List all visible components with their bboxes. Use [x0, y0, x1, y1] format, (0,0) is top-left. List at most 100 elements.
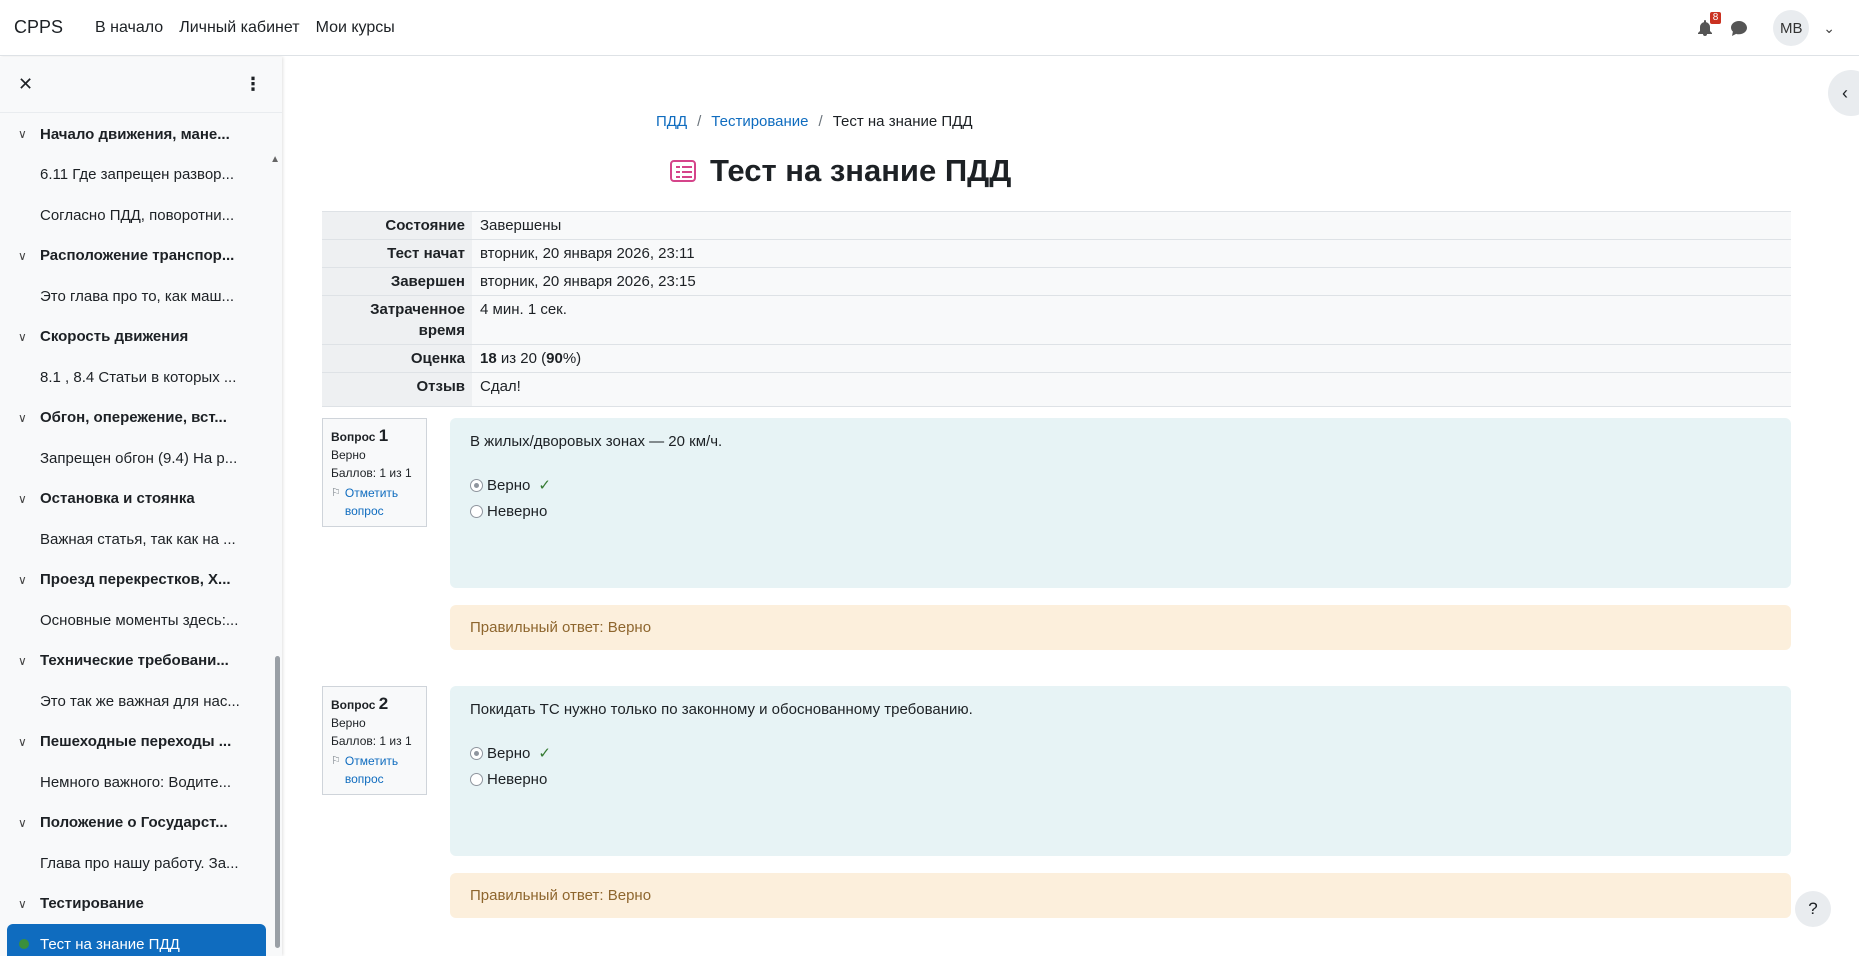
breadcrumb-separator: /: [818, 113, 823, 130]
question-text: В жилых/дворовых зонах — 20 км/ч.: [470, 433, 723, 450]
breadcrumb-separator: /: [697, 113, 702, 130]
course-activity-item[interactable]: Немного важного: Водите...: [0, 762, 272, 803]
close-icon[interactable]: ✕: [18, 74, 33, 95]
answer-option-true[interactable]: Верно ✓: [470, 740, 1771, 766]
course-index-label: Это так же важная для нас...: [40, 692, 240, 710]
radio-unchecked[interactable]: [470, 504, 483, 518]
nav-link-my-courses[interactable]: Мои курсы: [316, 19, 395, 37]
chevron-down-icon[interactable]: ∨: [18, 249, 40, 263]
course-index-label: Пешеходные переходы ...: [40, 733, 232, 751]
check-icon: ✓: [538, 477, 551, 494]
course-activity-item[interactable]: 6.11 Где запрещен развор...: [0, 155, 272, 196]
nav-link-home[interactable]: В начало: [95, 19, 163, 37]
scrollbar-thumb[interactable]: [275, 656, 280, 948]
breadcrumb-item-section[interactable]: Тестирование: [711, 113, 808, 130]
course-activity-item[interactable]: Основные моменты здесь:...: [0, 600, 272, 641]
chevron-left-icon: ‹: [1842, 82, 1848, 103]
page-header: Тест на знание ПДД: [670, 153, 1011, 189]
course-activity-item[interactable]: Глава про нашу работу. За...: [0, 843, 272, 884]
summary-value: Завершены: [472, 212, 1791, 239]
course-activity-item[interactable]: Важная статья, так как на ...: [0, 519, 272, 560]
course-activity-item[interactable]: Это так же важная для нас...: [0, 681, 272, 722]
question-content-1: В жилых/дворовых зонах — 20 км/ч. Верно …: [450, 418, 1791, 588]
chevron-down-icon[interactable]: ⌄: [1823, 20, 1835, 37]
kebab-icon[interactable]: ⋮: [244, 74, 262, 95]
summary-label: Завершен: [322, 268, 472, 295]
course-index-label: Проезд перекрестков, Х...: [40, 571, 231, 589]
chevron-down-icon[interactable]: ∨: [18, 654, 40, 668]
navbar-user-area: 8 MB ⌄: [1695, 0, 1835, 56]
course-index-label: Остановка и стоянка: [40, 490, 195, 508]
grade-out-of: из 20: [500, 350, 537, 367]
breadcrumb-item-course[interactable]: ПДД: [656, 113, 687, 130]
course-section-item[interactable]: ∨ Обгон, опережение, вст...: [0, 398, 272, 439]
course-index-label: Немного важного: Водите...: [40, 773, 232, 791]
drawer-scrollbar[interactable]: ▲: [270, 114, 280, 954]
course-section-item[interactable]: ∨ Начало движения, мане...: [0, 114, 272, 155]
answer-label: Неверно: [487, 770, 548, 788]
question-info-2: Вопрос 2 Верно Баллов: 1 из 1 ⚐ Отметить …: [322, 686, 427, 795]
summary-label: Затраченное время: [322, 296, 472, 344]
question-prefix: Вопрос: [331, 698, 376, 712]
user-avatar[interactable]: MB: [1773, 10, 1810, 46]
flag-question-link[interactable]: ⚐ Отметить вопрос: [331, 484, 418, 520]
chevron-down-icon[interactable]: ∨: [18, 330, 40, 344]
help-button[interactable]: ?: [1795, 891, 1831, 927]
question-number-value: 2: [378, 694, 389, 713]
right-answer-feedback-1: Правильный ответ: Верно: [450, 605, 1791, 650]
course-index-label: Начало движения, мане...: [40, 125, 230, 143]
breadcrumb: ПДД / Тестирование / Тест на знание ПДД: [656, 113, 972, 130]
main-content: ПДД / Тестирование / Тест на знание ПДД …: [282, 57, 1859, 956]
course-section-item[interactable]: ∨ Технические требовани...: [0, 641, 272, 682]
course-activity-item-active[interactable]: Тест на знание ПДД: [7, 924, 266, 956]
chat-icon[interactable]: [1729, 18, 1749, 38]
answer-option-false[interactable]: Неверно: [470, 498, 1771, 524]
summary-value: Сдал!: [472, 373, 1791, 406]
radio-checked[interactable]: [470, 478, 483, 492]
course-section-item[interactable]: ∨ Проезд перекрестков, Х...: [0, 560, 272, 601]
course-section-item[interactable]: ∨ Расположение транспор...: [0, 236, 272, 277]
summary-row-started: Тест начат вторник, 20 января 2026, 23:1…: [322, 240, 1791, 268]
summary-value: 4 мин. 1 сек.: [472, 296, 1791, 344]
question-number: Вопрос 2: [331, 695, 418, 714]
course-section-item[interactable]: ∨ Тестирование: [0, 884, 272, 925]
flag-question-link[interactable]: ⚐ Отметить вопрос: [331, 752, 418, 788]
course-index-label: Важная статья, так как на ...: [40, 530, 236, 548]
chevron-down-icon[interactable]: ∨: [18, 127, 40, 141]
chevron-down-icon[interactable]: ∨: [18, 816, 40, 830]
course-activity-item[interactable]: Это глава про то, как маш...: [0, 276, 272, 317]
breadcrumb-current: Тест на знание ПДД: [832, 113, 973, 130]
radio-checked[interactable]: [470, 746, 483, 760]
question-status: Верно: [331, 448, 366, 462]
summary-label: Тест начат: [322, 240, 472, 267]
grade-score: 18: [480, 350, 497, 367]
scroll-up-icon[interactable]: ▲: [270, 154, 280, 165]
course-activity-item[interactable]: Согласно ПДД, поворотни...: [0, 195, 272, 236]
question-number: Вопрос 1: [331, 427, 418, 446]
chevron-down-icon[interactable]: ∨: [18, 897, 40, 911]
course-section-item[interactable]: ∨ Пешеходные переходы ...: [0, 722, 272, 763]
nav-link-dashboard[interactable]: Личный кабинет: [179, 19, 299, 37]
chevron-down-icon[interactable]: ∨: [18, 492, 40, 506]
course-section-item[interactable]: ∨ Скорость движения: [0, 317, 272, 358]
summary-row-state: Состояние Завершены: [322, 212, 1791, 240]
course-activity-item[interactable]: 8.1 , 8.4 Статьи в которых ...: [0, 357, 272, 398]
question-status: Верно: [331, 716, 366, 730]
chevron-down-icon[interactable]: ∨: [18, 573, 40, 587]
radio-unchecked[interactable]: [470, 772, 483, 786]
site-brand[interactable]: CPPS: [14, 17, 63, 38]
answer-option-false[interactable]: Неверно: [470, 766, 1771, 792]
course-section-item[interactable]: ∨ Остановка и стоянка: [0, 479, 272, 520]
question-info-1: Вопрос 1 Верно Баллов: 1 из 1 ⚐ Отметить …: [322, 418, 427, 527]
chevron-down-icon[interactable]: ∨: [18, 735, 40, 749]
bell-icon[interactable]: 8: [1695, 12, 1722, 38]
course-index-label: Тестирование: [40, 895, 144, 913]
course-index-drawer: ✕ ⋮ ∨ Начало движения, мане... 6.11 Где за…: [0, 57, 282, 956]
course-activity-item[interactable]: Запрещен обгон (9.4) На р...: [0, 438, 272, 479]
answer-option-true[interactable]: Верно ✓: [470, 472, 1771, 498]
course-section-item[interactable]: ∨ Положение о Государст...: [0, 803, 272, 844]
course-index-list: ∨ Начало движения, мане... 6.11 Где запрещ…: [0, 114, 272, 956]
question-marks: Баллов: 1 из 1: [331, 734, 412, 748]
answer-label: Верно: [487, 476, 531, 494]
chevron-down-icon[interactable]: ∨: [18, 411, 40, 425]
